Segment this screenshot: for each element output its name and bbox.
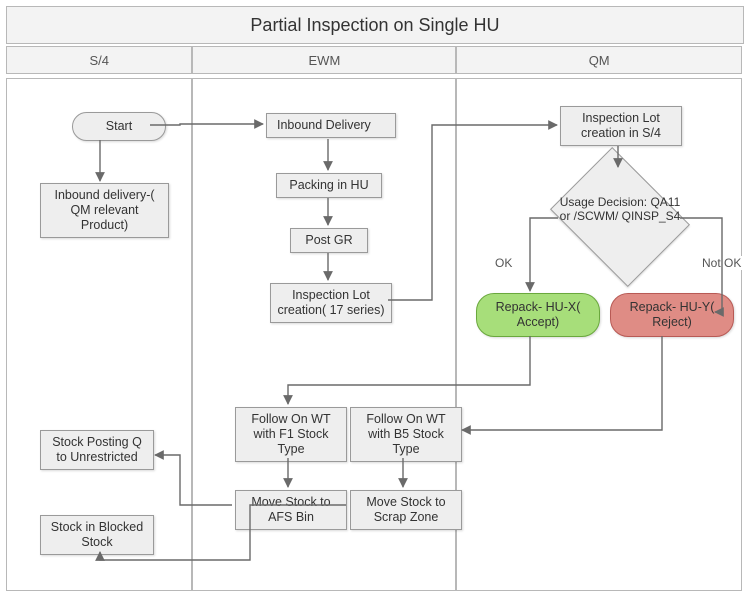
label-not-ok: Not OK xyxy=(700,256,743,270)
node-follow-f1: Follow On WT with F1 Stock Type xyxy=(235,407,347,462)
flowchart-canvas: Partial Inspection on Single HU S/4 EWM … xyxy=(0,0,748,597)
node-repack-reject: Repack- HU-Y( Reject) xyxy=(610,293,734,337)
node-repack-accept: Repack- HU-X( Accept) xyxy=(476,293,600,337)
node-packing: Packing in HU xyxy=(276,173,382,198)
node-insplot-qm: Inspection Lot creation in S/4 xyxy=(560,106,682,146)
node-inbound-s4: Inbound delivery-( QM relevant Product) xyxy=(40,183,169,238)
node-follow-b5: Follow On WT with B5 Stock Type xyxy=(350,407,462,462)
node-start: Start xyxy=(72,112,166,141)
node-stock-unrestricted: Stock Posting Q to Unrestricted xyxy=(40,430,154,470)
lane-header-s4: S/4 xyxy=(6,46,192,74)
node-move-scrap: Move Stock to Scrap Zone xyxy=(350,490,462,530)
node-move-afs: Move Stock to AFS Bin xyxy=(235,490,347,530)
node-inbound-ewm: Inbound Delivery xyxy=(266,113,396,138)
lane-header-ewm: EWM xyxy=(192,46,456,74)
diagram-title: Partial Inspection on Single HU xyxy=(6,6,744,44)
node-post-gr: Post GR xyxy=(290,228,368,253)
lane-headers: S/4 EWM QM xyxy=(6,46,742,74)
lane-header-qm: QM xyxy=(456,46,742,74)
node-stock-blocked: Stock in Blocked Stock xyxy=(40,515,154,555)
label-ok: OK xyxy=(493,256,514,270)
node-insplot-ewm: Inspection Lot creation( 17 series) xyxy=(270,283,392,323)
